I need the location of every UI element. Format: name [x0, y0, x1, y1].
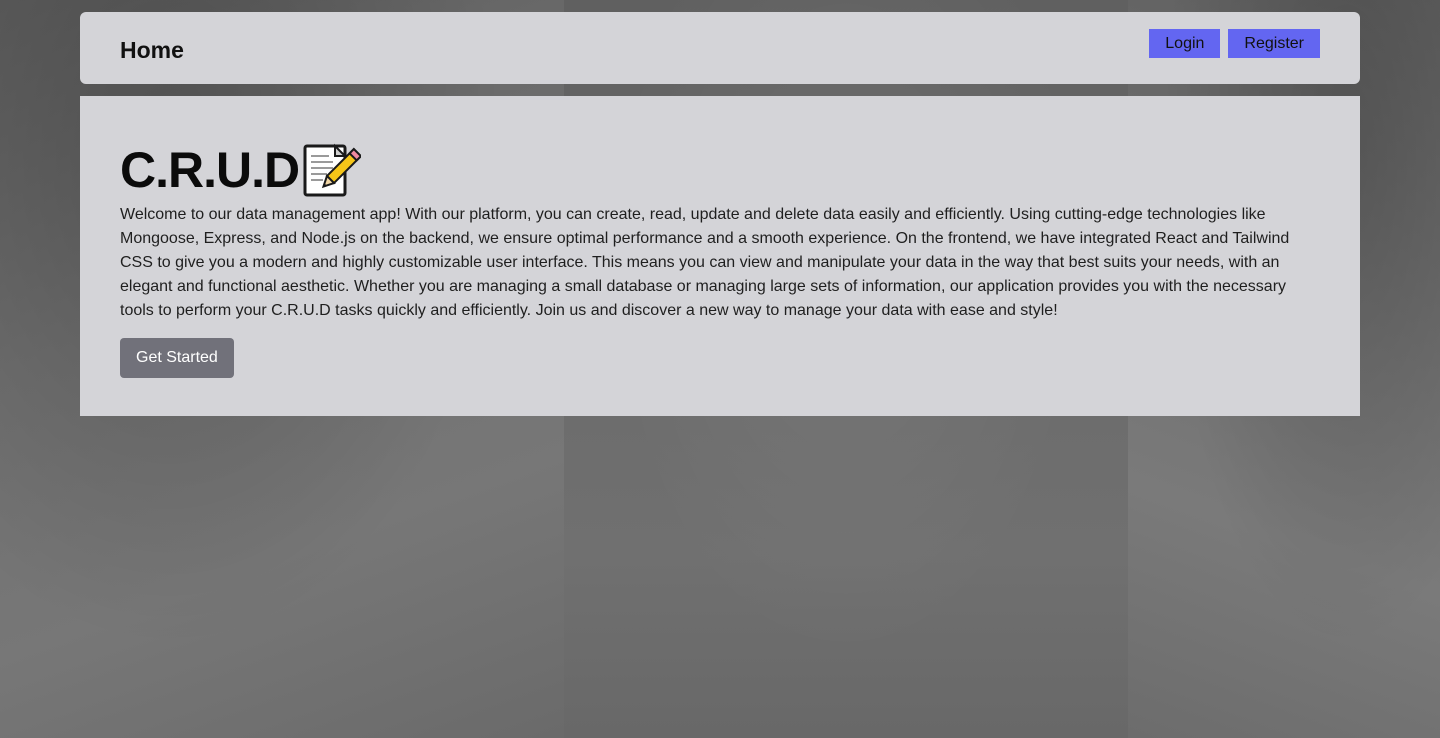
login-button[interactable]: Login [1149, 29, 1221, 58]
nav-home-link[interactable]: Home [120, 36, 184, 64]
hero-title: C.R.U.D [120, 142, 300, 198]
hero-description: Welcome to our data management app! With… [120, 206, 1290, 319]
memo-pencil-icon [303, 143, 363, 197]
navbar: Home Login Register [80, 12, 1360, 84]
get-started-button[interactable]: Get Started [120, 338, 234, 378]
hero-section: C.R.U.D Welcome to our data management a… [80, 96, 1360, 416]
hero-heading: C.R.U.D [120, 142, 1320, 198]
nav-actions: Login Register [1149, 29, 1320, 58]
register-button[interactable]: Register [1228, 29, 1320, 58]
